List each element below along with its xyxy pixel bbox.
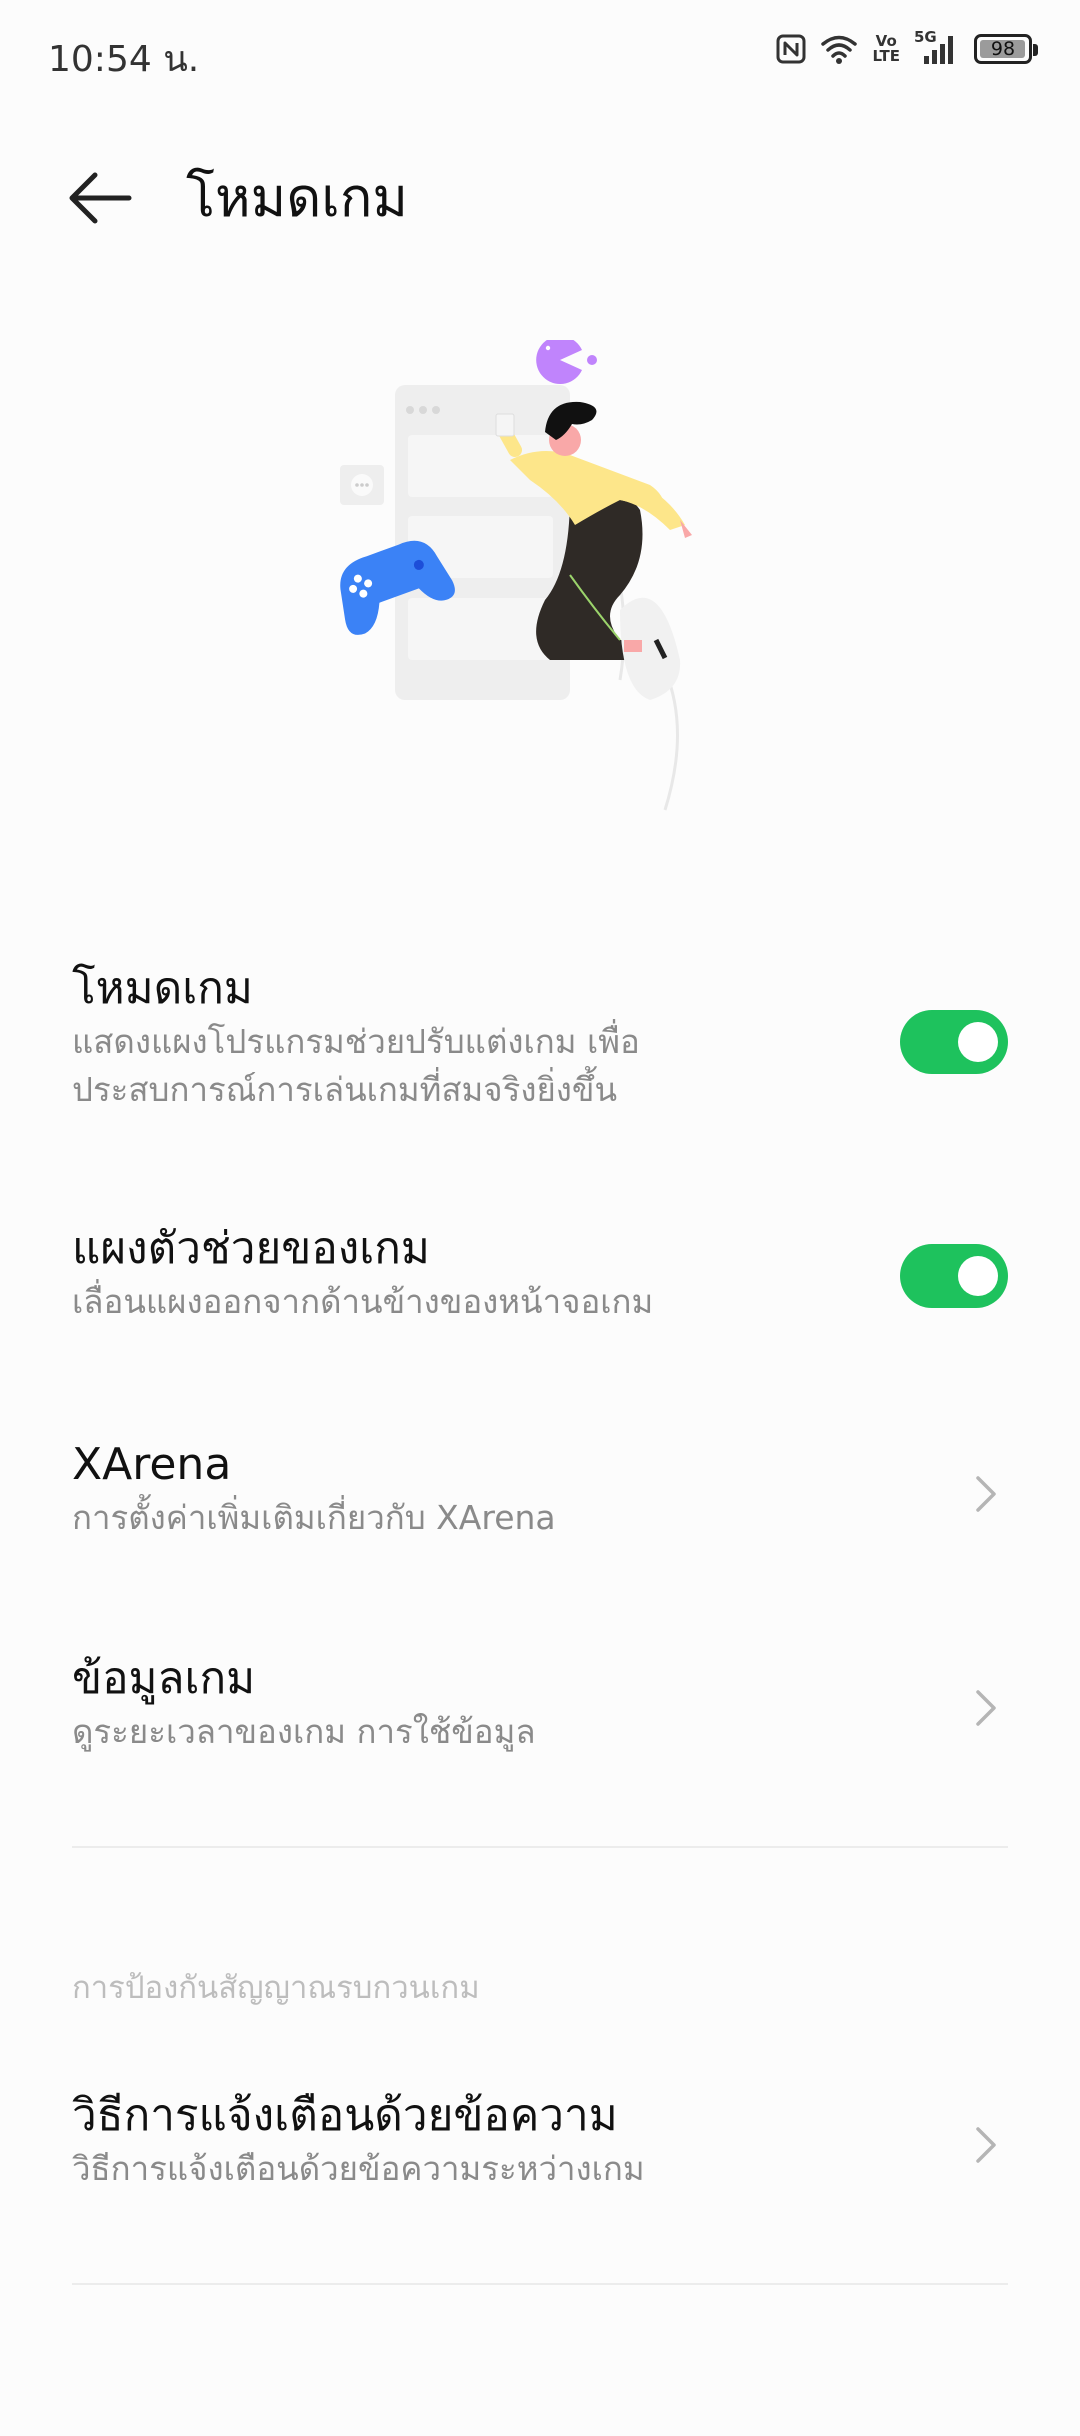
game-mode-toggle[interactable] xyxy=(900,1010,1008,1074)
wifi-icon xyxy=(820,34,858,64)
setting-title: โหมดเกม xyxy=(72,963,253,1014)
volte-icon: Vo LTE xyxy=(872,34,900,64)
chevron-right-icon xyxy=(976,2127,996,2163)
divider xyxy=(72,2283,1008,2285)
volte-bottom: LTE xyxy=(872,47,900,65)
game-mode-illustration xyxy=(320,336,780,840)
toggle-knob xyxy=(958,1256,998,1296)
nfc-icon xyxy=(776,34,806,64)
setting-desc: เลื่อนแผงออกจากด้านข้างของหน้าจอเกม xyxy=(72,1282,654,1321)
setting-desc-line2: ประสบการณ์การเล่นเกมที่สมจริงยิ่งขึ้น xyxy=(72,1070,618,1109)
battery-tip xyxy=(1033,44,1038,56)
setting-title: ข้อมูลเกม xyxy=(72,1653,256,1704)
arrow-left-icon xyxy=(69,172,132,224)
pacman-icon xyxy=(536,336,582,384)
status-bar: 10:54 น. Vo LTE 5G 98 xyxy=(0,0,1080,110)
setting-game-data[interactable]: ข้อมูลเกม ดูระยะเวลาของเกม การใช้ข้อมูล xyxy=(72,1650,1008,1780)
chevron-right-icon xyxy=(976,1476,996,1512)
setting-title: แผงตัวช่วยของเกม xyxy=(72,1223,430,1274)
setting-desc-line1: แสดงแผงโปรแกรมช่วยปรับแต่งเกม เพื่อ xyxy=(72,1022,640,1061)
setting-desc: วิธีการแจ้งเตือนด้วยข้อความระหว่างเกม xyxy=(72,2149,645,2188)
setting-desc: ดูระยะเวลาของเกม การใช้ข้อมูล xyxy=(72,1712,536,1751)
game-assistant-toggle[interactable] xyxy=(900,1244,1008,1308)
status-icons: Vo LTE 5G 98 xyxy=(776,28,1038,66)
held-card xyxy=(495,413,515,437)
setting-xarena[interactable]: XArena การตั้งค่าเพิ่มเติมเกี่ยวกับ XAre… xyxy=(72,1436,1008,1566)
section-header: การป้องกันสัญญาณรบกวนเกม xyxy=(72,1970,480,2006)
signal-icon: 5G xyxy=(914,28,960,66)
app-header: โหมดเกม xyxy=(0,140,1080,250)
setting-game-assistant-panel[interactable]: แผงตัวช่วยของเกม เลื่อนแผงออกจากด้านข้าง… xyxy=(72,1220,1008,1350)
setting-desc: การตั้งค่าเพิ่มเติมเกี่ยวกับ XArena xyxy=(72,1498,556,1537)
toggle-knob xyxy=(958,1022,998,1062)
divider xyxy=(72,1846,1008,1848)
setting-game-mode[interactable]: โหมดเกม แสดงแผงโปรแกรมช่วยปรับแต่งเกม เพ… xyxy=(72,960,1008,1130)
status-time: 10:54 น. xyxy=(48,39,200,80)
setting-message-notification-method[interactable]: วิธีการแจ้งเตือนด้วยข้อความ วิธีการแจ้งเ… xyxy=(72,2087,1008,2217)
setting-title: XArena xyxy=(72,1439,232,1490)
page-title: โหมดเกม xyxy=(186,166,409,229)
back-button[interactable] xyxy=(60,158,140,238)
battery-icon: 98 xyxy=(974,34,1038,64)
setting-title: วิธีการแจ้งเตือนด้วยข้อความ xyxy=(72,2090,618,2141)
battery-level: 98 xyxy=(990,38,1016,60)
chevron-right-icon xyxy=(976,1690,996,1726)
